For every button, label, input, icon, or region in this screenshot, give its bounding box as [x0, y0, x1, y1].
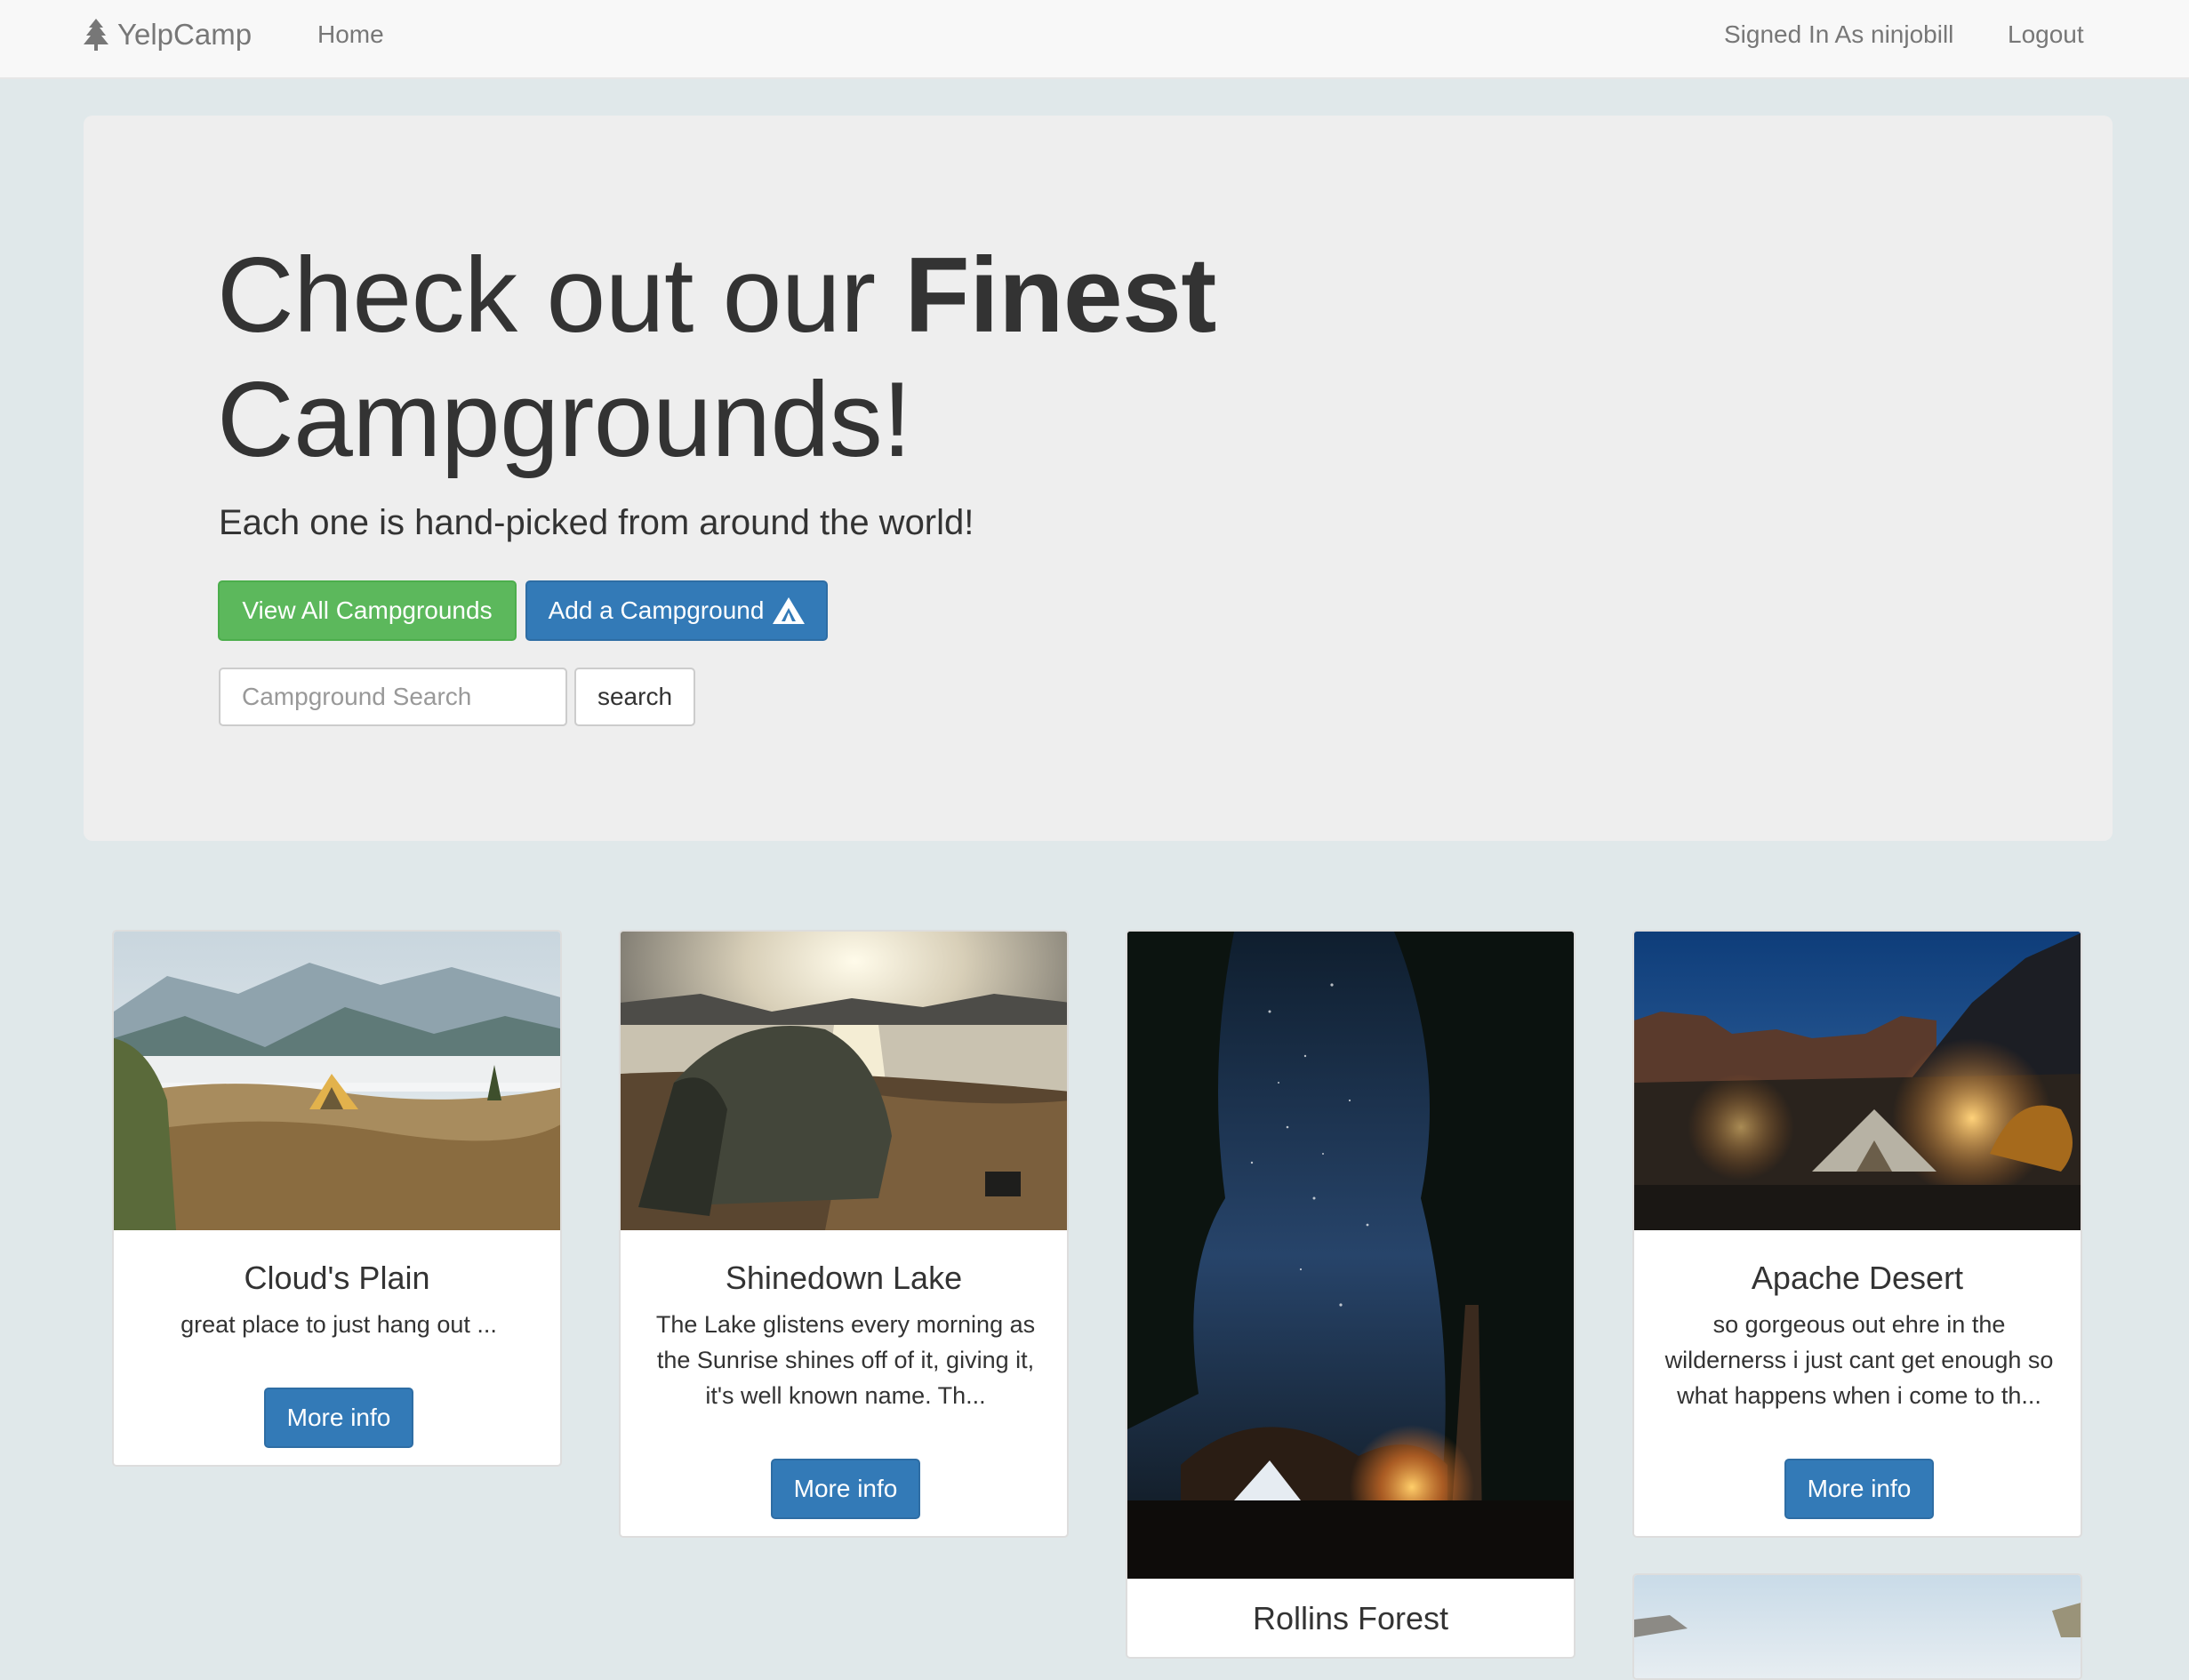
more-info-button[interactable]: More info — [264, 1388, 413, 1448]
campground-image[interactable] — [114, 932, 562, 1230]
campground-image[interactable] — [1127, 932, 1576, 1579]
nav-home-link[interactable]: Home — [317, 0, 384, 69]
brand-label: YelpCamp — [117, 18, 253, 51]
hero-title-part1: Check out our — [217, 236, 905, 355]
campground-description: so gorgeous out ehre in the wildernerss … — [1664, 1311, 2054, 1409]
campground-card-5 — [1632, 1573, 2082, 1680]
brand-link[interactable]: YelpCamp — [84, 0, 252, 69]
campground-image[interactable] — [1634, 932, 2082, 1230]
search-button[interactable]: search — [574, 668, 695, 726]
tree-icon — [84, 19, 108, 51]
signed-in-label[interactable]: Signed In As ninjobill — [1724, 0, 1953, 69]
view-all-campgrounds-button[interactable]: View All Campgrounds — [218, 580, 517, 641]
campground-name: Shinedown Lake — [725, 1260, 963, 1296]
campground-name: Apache Desert — [1751, 1260, 1964, 1296]
campground-name: Cloud's Plain — [244, 1260, 430, 1296]
campground-description: great place to just hang out ... — [180, 1311, 497, 1338]
navbar: YelpCamp Home Signed In As ninjobill Log… — [0, 0, 2189, 79]
hero-title: Check out our Finest Campgrounds! — [217, 233, 1462, 482]
campground-name: Rollins Forest — [1252, 1600, 1449, 1636]
campground-card-clouds-plain: Cloud's Plain great place to just hang o… — [112, 930, 562, 1467]
campground-card-shinedown-lake: Shinedown Lake The Lake glistens every m… — [619, 930, 1069, 1538]
add-campground-label: Add a Campground — [548, 596, 765, 624]
add-campground-button[interactable]: Add a Campground — [525, 580, 828, 641]
more-info-button[interactable]: More info — [771, 1459, 920, 1519]
more-info-button[interactable]: More info — [1784, 1459, 1934, 1519]
hero-subtitle: Each one is hand-picked from around the … — [219, 503, 974, 542]
campground-search-input[interactable] — [219, 668, 567, 726]
campground-description: The Lake glistens every morning as the S… — [655, 1311, 1036, 1409]
hero-title-bold: Finest — [904, 236, 1216, 355]
campground-card-apache-desert: Apache Desert so gorgeous out ehre in th… — [1632, 930, 2082, 1538]
campground-image[interactable] — [1634, 1575, 2082, 1680]
tent-icon — [773, 597, 806, 624]
logout-link[interactable]: Logout — [2008, 0, 2084, 69]
hero-title-part2: Campgrounds! — [217, 360, 912, 479]
hero-jumbotron: Check out our Finest Campgrounds! Each on… — [84, 116, 2113, 841]
campground-card-rollins-forest: Rollins Forest — [1126, 930, 1576, 1659]
campground-image[interactable] — [621, 932, 1069, 1230]
